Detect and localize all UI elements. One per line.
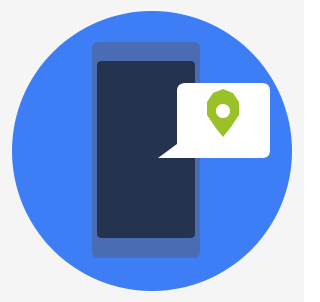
location-pin-center <box>216 104 230 118</box>
phone-location-illustration <box>12 11 292 291</box>
illustration-canvas <box>0 0 304 302</box>
